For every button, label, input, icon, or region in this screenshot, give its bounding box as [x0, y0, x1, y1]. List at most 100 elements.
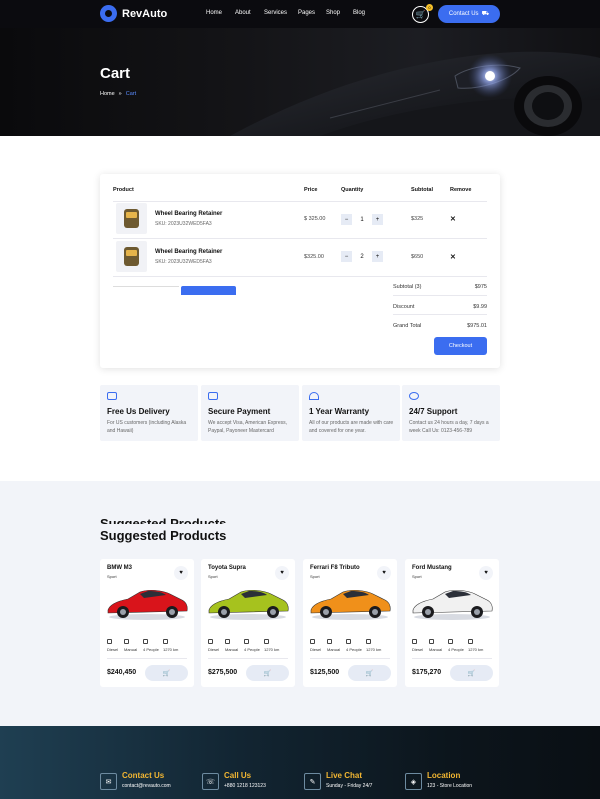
nav-home[interactable]: Home — [206, 10, 235, 16]
decrease-button[interactable]: − — [341, 214, 352, 225]
spec-label: Manual — [225, 647, 239, 652]
add-to-cart-button[interactable]: 🛒 — [246, 665, 289, 681]
heart-icon[interactable]: ♥ — [377, 566, 391, 580]
footer-item-text: 123 - Store Location — [427, 783, 473, 789]
page-title: Cart — [100, 65, 131, 82]
heart-icon[interactable]: ♥ — [275, 566, 289, 580]
section-title-ghost: Suggested Products — [100, 516, 227, 524]
product-card[interactable]: Toyota Supra Sport ♥ Diesel Manual 4 People 12… — [201, 559, 295, 687]
divider — [113, 201, 487, 202]
breadcrumb-home[interactable]: Home — [100, 91, 115, 97]
product-name[interactable]: Wheel Bearing Retainer — [155, 211, 222, 217]
spec-icon — [163, 639, 168, 644]
car-image — [107, 589, 188, 620]
apply-coupon-button[interactable] — [181, 286, 236, 295]
card-icon — [208, 392, 218, 400]
checkout-button[interactable]: Checkout — [434, 337, 487, 355]
main-nav: Home About Services Pages Shop Blog — [206, 10, 373, 16]
footer-item-title: Location — [427, 771, 461, 780]
feature-title: 1 Year Warranty — [309, 407, 370, 416]
header-subtotal: Subtotal — [411, 187, 433, 193]
spec-item: Manual — [124, 639, 137, 652]
product-sku: SKU: 2023U32WED5FA3 — [155, 221, 212, 227]
coupon-input[interactable] — [113, 286, 179, 295]
spec-item: 1270 km — [468, 639, 483, 652]
spec-icon — [448, 639, 453, 644]
product-card-name[interactable]: Toyota Supra — [208, 565, 246, 571]
product-card-name[interactable]: BMW M3 — [107, 565, 132, 571]
spec-label: 4 People — [143, 647, 159, 652]
product-name[interactable]: Wheel Bearing Retainer — [155, 249, 222, 255]
product-card[interactable]: BMW M3 Sport ♥ Diesel Manual 4 People 1270 km $… — [100, 559, 194, 687]
spec-icon — [310, 639, 315, 644]
header-quantity: Quantity — [341, 187, 364, 193]
spec-label: 1270 km — [264, 647, 280, 652]
feature-description: Contact us 24 hours a day, 7 days a week… — [409, 420, 489, 434]
product-card-price: $275,500 — [208, 669, 238, 676]
add-to-cart-button[interactable]: 🛒 — [450, 665, 493, 681]
car-image — [208, 589, 289, 620]
subtotal-label: Subtotal (3) — [393, 284, 422, 290]
product-image — [116, 203, 147, 234]
feature-description: All of our products are made with care a… — [309, 420, 394, 434]
nav-pages[interactable]: Pages — [298, 10, 326, 16]
cart-icon: 🛒 — [415, 10, 426, 19]
brand-name: RevAuto — [122, 7, 168, 20]
spec-row: Diesel Manual 4 People 1270 km — [412, 639, 494, 653]
mail-icon: ✉ — [100, 773, 117, 790]
product-card-price: $125,500 — [310, 669, 340, 676]
contact-us-label: Contact Us — [448, 11, 479, 17]
spec-item: 4 People — [143, 639, 159, 652]
remove-icon[interactable]: ✕ — [450, 215, 456, 223]
product-card-name[interactable]: Ferrari F8 Tributo — [310, 565, 360, 571]
nav-shop[interactable]: Shop — [326, 10, 353, 16]
spec-label: Manual — [327, 647, 341, 652]
spec-item: Diesel — [310, 639, 321, 652]
quantity-value[interactable]: 1 — [352, 214, 372, 225]
heart-icon[interactable]: ♥ — [479, 566, 493, 580]
add-to-cart-button[interactable]: 🛒 — [145, 665, 188, 681]
heart-icon[interactable]: ♥ — [174, 566, 188, 580]
divider — [107, 658, 187, 659]
spec-icon — [124, 639, 129, 644]
breadcrumb-separator-icon: » — [118, 91, 122, 97]
hero-car-image — [230, 51, 600, 136]
remove-icon[interactable]: ✕ — [450, 253, 456, 261]
product-price: $325.00 — [304, 254, 324, 260]
product-card-name[interactable]: Ford Mustang — [412, 565, 452, 571]
spec-row: Diesel Manual 4 People 1270 km — [107, 639, 189, 653]
increase-button[interactable]: + — [372, 214, 383, 225]
chat-icon: ✎ — [304, 773, 321, 790]
spec-icon — [429, 639, 434, 644]
product-image — [116, 241, 147, 272]
spec-item: 4 People — [244, 639, 260, 652]
logo[interactable]: RevAuto — [100, 5, 167, 22]
feature-description: We accept Visa, American Express, Paypal… — [208, 420, 288, 434]
spec-label: 1270 km — [163, 647, 179, 652]
car-icon: ⛟ — [481, 11, 490, 17]
quantity-value[interactable]: 2 — [352, 251, 372, 262]
header-product: Product — [113, 187, 134, 193]
spec-item: 4 People — [346, 639, 362, 652]
product-card-price: $240,450 — [107, 669, 137, 676]
footer-item-text: +880 1218 123123 — [224, 783, 266, 789]
decrease-button[interactable]: − — [341, 251, 352, 262]
increase-button[interactable]: + — [372, 251, 383, 262]
product-subtotal: $325 — [411, 216, 424, 222]
feature-title: Secure Payment — [208, 407, 271, 416]
spec-label: 4 People — [244, 647, 260, 652]
nav-services[interactable]: Services — [264, 10, 298, 16]
product-card[interactable]: Ford Mustang Sport ♥ Diesel Manual 4 People 12… — [405, 559, 499, 687]
product-card-type: Sport — [107, 574, 117, 579]
product-card-price: $175,270 — [412, 669, 442, 676]
cart-icon: 🛒 — [263, 670, 272, 677]
nav-about[interactable]: About — [235, 10, 264, 16]
add-to-cart-button[interactable]: 🛒 — [348, 665, 391, 681]
product-card[interactable]: Ferrari F8 Tributo Sport ♥ Diesel Manual 4 Pe… — [303, 559, 397, 687]
spec-icon — [264, 639, 269, 644]
nav-blog[interactable]: Blog — [353, 10, 373, 16]
footer-item-title: Call Us — [224, 771, 252, 780]
contact-us-button[interactable]: Contact Us ⛟ — [438, 5, 500, 23]
spec-icon — [208, 639, 213, 644]
breadcrumb-current: Cart — [125, 91, 137, 97]
